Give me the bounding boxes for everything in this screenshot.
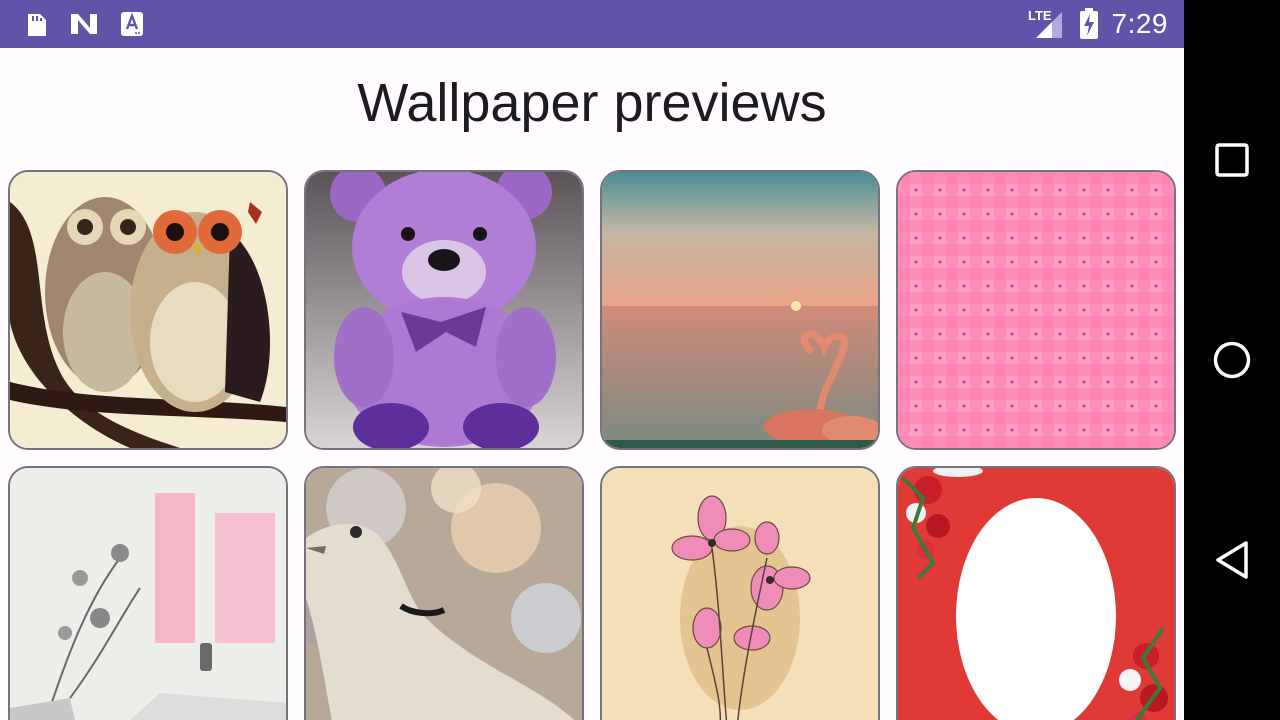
- wallpaper-tile-pink-gingham[interactable]: [896, 170, 1176, 450]
- lte-signal-icon: [1036, 12, 1062, 38]
- love-yourself-image: [10, 468, 286, 720]
- flowers-image: [602, 468, 878, 720]
- wallpaper-tile-love-yourself[interactable]: [8, 466, 288, 720]
- back-triangle-icon: [1216, 541, 1248, 579]
- recents-button[interactable]: [1200, 128, 1264, 192]
- roses-frame-image: [898, 468, 1174, 720]
- n-logo-icon: [71, 14, 97, 34]
- sunset-flamingos-image: [602, 172, 878, 448]
- navigation-bar: [1184, 0, 1280, 720]
- wallpaper-tile-roses-frame[interactable]: [896, 466, 1176, 720]
- wallpaper-tile-flowers[interactable]: [600, 466, 880, 720]
- wallpaper-tile-owls[interactable]: [8, 170, 288, 450]
- status-time: 7:29: [1111, 8, 1168, 39]
- wallpaper-tile-dove[interactable]: [304, 466, 584, 720]
- wallpaper-tile-teddy-bear[interactable]: [304, 170, 584, 450]
- teddy-bear-image: [306, 172, 582, 448]
- status-bar: LTE 7:29: [0, 0, 1184, 48]
- accessibility-a-icon: [121, 12, 143, 36]
- dove-image: [306, 468, 582, 720]
- pink-gingham-image: [898, 172, 1174, 448]
- back-button[interactable]: [1200, 528, 1264, 592]
- app-screen: LTE 7:29 Wallpaper previews: [0, 0, 1184, 720]
- battery-charging-icon: [1080, 8, 1098, 39]
- home-circle-icon: [1213, 341, 1251, 379]
- owls-image: [10, 172, 286, 448]
- sd-card-icon: [28, 14, 46, 36]
- home-button[interactable]: [1200, 328, 1264, 392]
- wallpaper-tile-sunset-flamingos[interactable]: [600, 170, 880, 450]
- recents-square-icon: [1215, 143, 1249, 177]
- page-title: Wallpaper previews: [357, 73, 827, 133]
